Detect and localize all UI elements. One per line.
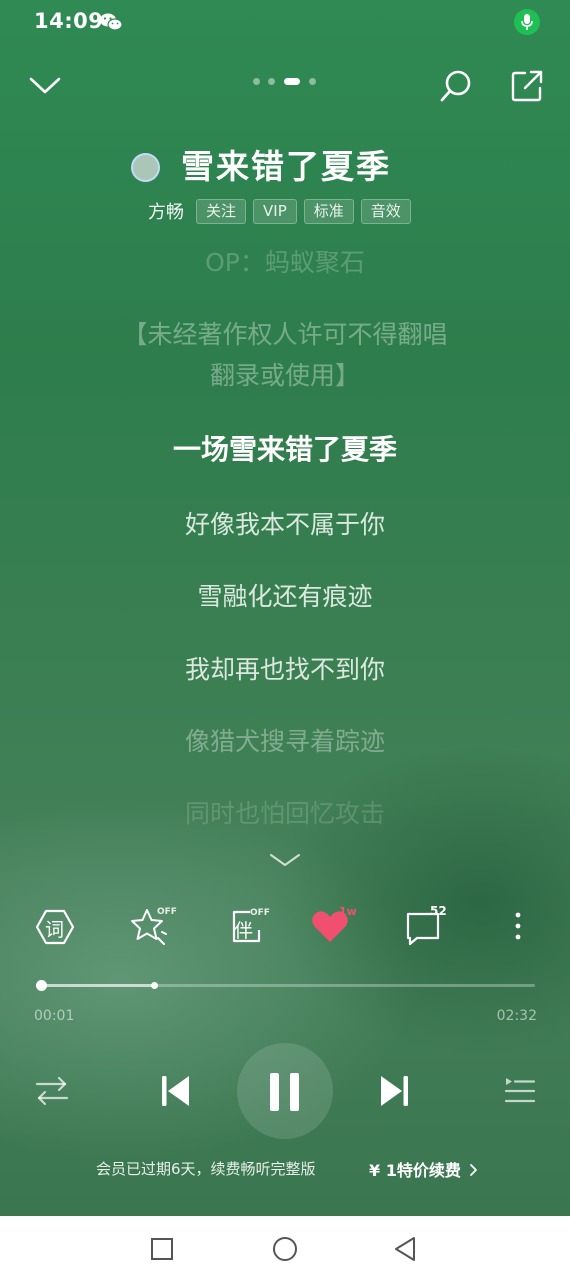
vip-renewal-bar: 会员已过期6天，续费畅听完整版 ¥ 1特价续费 xyxy=(0,1156,570,1180)
page-dot xyxy=(253,78,260,85)
lyric-line: OP：蚂蚁聚石 xyxy=(205,248,365,277)
lyric-line: 同时也怕回忆攻击 xyxy=(184,799,385,828)
song-title-row: 雪来错了夏季 xyxy=(0,138,570,188)
recents-square-icon[interactable] xyxy=(148,1235,176,1263)
search-icon[interactable] xyxy=(438,68,474,104)
page-indicator xyxy=(253,78,323,86)
vip-renew-label: ¥ 1特价续费 xyxy=(369,1161,461,1180)
comment-count: 52 xyxy=(430,904,447,918)
playback-controls xyxy=(0,1040,570,1140)
lyric-line: 像猎犬搜寻着踪迹 xyxy=(184,727,385,756)
home-circle-icon[interactable] xyxy=(271,1235,299,1263)
vip-tag[interactable]: VIP xyxy=(253,198,297,224)
seek-bar-thumb[interactable] xyxy=(36,980,48,991)
next-track-icon[interactable] xyxy=(378,1074,410,1108)
previous-track-icon[interactable] xyxy=(160,1074,192,1108)
quality-tag-button[interactable]: 标准 xyxy=(303,198,354,224)
total-time: 02:32 xyxy=(496,1008,537,1024)
chevron-right-icon xyxy=(470,1164,478,1176)
action-row: 词 OFF 伴 OFF 1w 52 xyxy=(0,904,570,953)
page-dot xyxy=(309,78,316,85)
back-triangle-icon[interactable] xyxy=(391,1235,419,1263)
sound-effect-tag-button[interactable]: 音效 xyxy=(360,198,411,224)
artist-name[interactable]: 方畅 xyxy=(148,198,184,224)
chevron-down-icon[interactable] xyxy=(28,70,62,100)
album-cover-thumb[interactable] xyxy=(131,153,160,182)
pause-button[interactable] xyxy=(237,1043,333,1139)
more-vertical-icon xyxy=(515,912,521,940)
accompaniment-label: 伴 xyxy=(234,920,254,942)
chevron-down-icon[interactable] xyxy=(268,852,302,868)
wechat-icon xyxy=(100,13,123,31)
song-meta-row: 方畅 关注 VIP 标准 音效 xyxy=(148,197,418,225)
more-options-button[interactable] xyxy=(496,905,540,949)
star-off-badge: OFF xyxy=(157,907,177,917)
status-time: 14:09 xyxy=(34,9,104,33)
status-bar: 14:09 xyxy=(0,0,570,44)
comments-button[interactable]: 52 xyxy=(403,904,447,949)
pause-icon xyxy=(270,1073,299,1111)
lyrics-mode-button[interactable]: 词 xyxy=(33,905,77,949)
accompaniment-button[interactable]: 伴 OFF xyxy=(228,905,272,949)
lyric-line: 好像我本不属于你 xyxy=(184,510,385,539)
lyric-line: 我却再也找不到你 xyxy=(184,655,385,684)
player-screen: 14:09 雪来错了夏季 方畅 关注 VIP 标准 音效 OP：蚂蚁聚石 【未经… xyxy=(0,0,570,1216)
like-count: 1w xyxy=(339,905,357,918)
buffer-marker xyxy=(150,982,158,989)
lyrics-panel[interactable]: OP：蚂蚁聚石 【未经著作权人许可不得翻唱 翻录或使用】 一场雪来错了夏季 好像… xyxy=(0,240,570,830)
page-dot-active xyxy=(284,78,300,85)
playlist-icon[interactable] xyxy=(503,1075,537,1107)
system-nav-bar xyxy=(0,1216,570,1280)
lyrics-mode-label: 词 xyxy=(45,919,65,941)
follow-tag-button[interactable]: 关注 xyxy=(196,198,247,224)
current-time: 00:01 xyxy=(34,1008,75,1024)
page-dot xyxy=(268,78,275,85)
lyric-line: 雪融化还有痕迹 xyxy=(197,582,373,611)
lyric-line-current: 一场雪来错了夏季 xyxy=(172,433,397,466)
like-button[interactable]: 1w xyxy=(309,905,357,949)
vip-expired-message: 会员已过期6天，续费畅听完整版 xyxy=(96,1160,316,1178)
share-icon[interactable] xyxy=(510,69,544,103)
accompaniment-off-badge: OFF xyxy=(250,908,270,918)
lyric-line: 【未经著作权人许可不得翻唱 xyxy=(122,320,448,349)
star-effect-button[interactable]: OFF xyxy=(128,905,177,949)
song-title: 雪来错了夏季 xyxy=(181,147,391,186)
lyric-line: 翻录或使用】 xyxy=(209,361,360,390)
seek-bar[interactable] xyxy=(36,980,535,991)
mic-icon xyxy=(514,9,540,35)
vip-renew-link[interactable]: ¥ 1特价续费 xyxy=(369,1157,478,1181)
seek-bar-buffer xyxy=(38,984,154,987)
shuffle-repeat-icon[interactable] xyxy=(34,1075,70,1107)
